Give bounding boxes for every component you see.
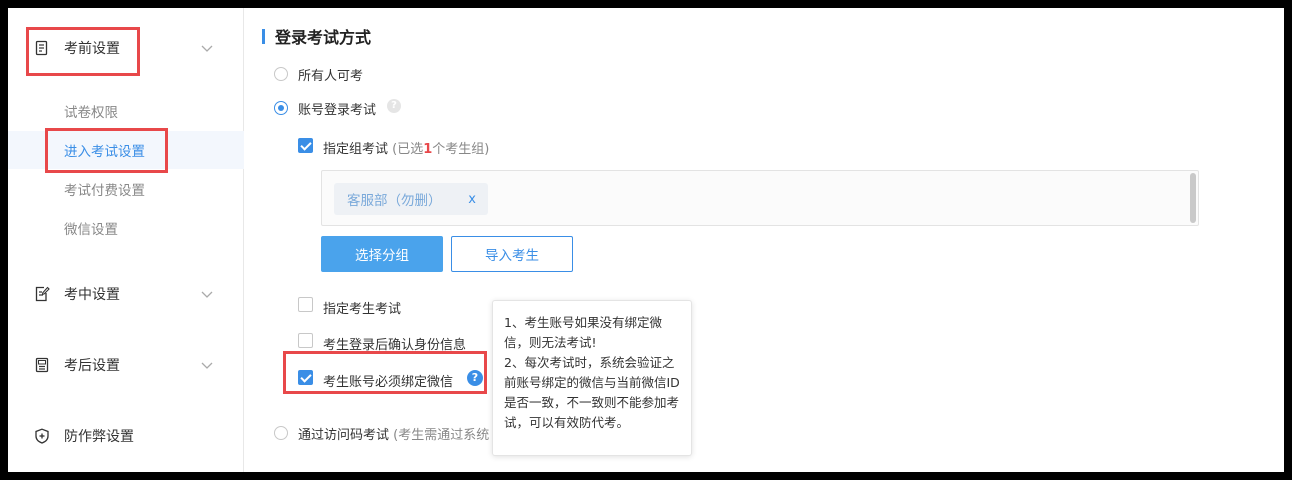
- group-tag: 客服部（勿删） x: [334, 183, 488, 215]
- section-accent-bar: [262, 28, 265, 44]
- group-tag-label: 客服部（勿删）: [347, 193, 442, 209]
- option-anyone-label: 所有人可考: [298, 69, 364, 84]
- sidebar-group-label: 考后设置: [64, 358, 120, 374]
- selected-count: 1: [423, 142, 433, 157]
- sidebar: 考前设置 试卷权限 进入考试设置 考试付费设置 微信设置 考中设置 考后设置 防…: [8, 8, 244, 472]
- chevron-down-icon[interactable]: [200, 358, 214, 372]
- specified-group-label: 指定组考试 (已选1个考生组): [323, 138, 489, 157]
- selected-hint-prefix: (已选: [392, 142, 424, 157]
- tooltip-line: 1、考生账号如果没有绑定微信，则无法考试!: [504, 315, 662, 350]
- specified-group-text: 指定组考试: [323, 142, 389, 157]
- help-tooltip: 1、考生账号如果没有绑定微信，则无法考试! 2、每次考试时，系统会验证之前账号绑…: [492, 300, 692, 456]
- sidebar-item-paper-permission[interactable]: 试卷权限: [8, 92, 244, 130]
- remove-tag-button[interactable]: x: [468, 192, 476, 207]
- access-code-text: 通过访问码考试: [298, 428, 390, 443]
- selected-hint-suffix: 个考生组): [432, 142, 490, 157]
- sidebar-group-label: 考中设置: [64, 287, 120, 303]
- sidebar-item-exam-payment-settings[interactable]: 考试付费设置: [8, 170, 244, 208]
- help-icon[interactable]: ?: [387, 99, 401, 113]
- shield-icon: [35, 428, 49, 444]
- highlight-box: [45, 128, 168, 173]
- main-content: 登录考试方式 所有人可考 账号登录考试 ? 指定组考试 (已选1个考生组) 客服…: [245, 8, 1284, 472]
- scrollbar[interactable]: [1190, 173, 1196, 223]
- checkbox-specified-group[interactable]: [298, 138, 313, 153]
- select-group-button[interactable]: 选择分组: [321, 236, 443, 272]
- access-code-hint: (考生需通过系统: [393, 428, 490, 443]
- selected-groups-box: 客服部（勿删） x: [321, 170, 1199, 226]
- radio-access-code[interactable]: [274, 426, 288, 440]
- highlight-box: [26, 27, 140, 76]
- sidebar-group-label: 防作弊设置: [64, 429, 134, 445]
- checkbox-specified-candidate[interactable]: [298, 297, 313, 312]
- checkbox-confirm-identity[interactable]: [298, 333, 313, 348]
- access-code-label: 通过访问码考试 (考生需通过系统: [298, 424, 489, 443]
- section-header: 登录考试方式: [262, 24, 371, 48]
- chevron-down-icon[interactable]: [200, 287, 214, 301]
- specified-candidate-label: 指定考生考试: [323, 302, 402, 317]
- sidebar-group-anti-cheat[interactable]: 防作弊设置: [8, 416, 244, 456]
- chevron-down-icon[interactable]: [200, 41, 214, 55]
- highlight-box: [283, 351, 487, 394]
- import-candidates-button[interactable]: 导入考生: [451, 236, 573, 272]
- section-title: 登录考试方式: [275, 28, 372, 47]
- sidebar-item-wechat-settings[interactable]: 微信设置: [8, 209, 244, 247]
- score-icon: [35, 357, 49, 373]
- radio-account-login[interactable]: [274, 101, 288, 115]
- sidebar-group-post-exam[interactable]: 考后设置: [8, 345, 244, 385]
- tooltip-line: 2、每次考试时，系统会验证之前账号绑定的微信与当前微信ID是否一致，不一致则不能…: [504, 355, 680, 430]
- app-window: 考前设置 试卷权限 进入考试设置 考试付费设置 微信设置 考中设置 考后设置 防…: [8, 8, 1284, 472]
- option-account-login-label: 账号登录考试: [298, 103, 377, 118]
- edit-icon: [35, 286, 50, 302]
- sidebar-group-during-exam[interactable]: 考中设置: [8, 274, 244, 314]
- radio-anyone[interactable]: [274, 67, 288, 81]
